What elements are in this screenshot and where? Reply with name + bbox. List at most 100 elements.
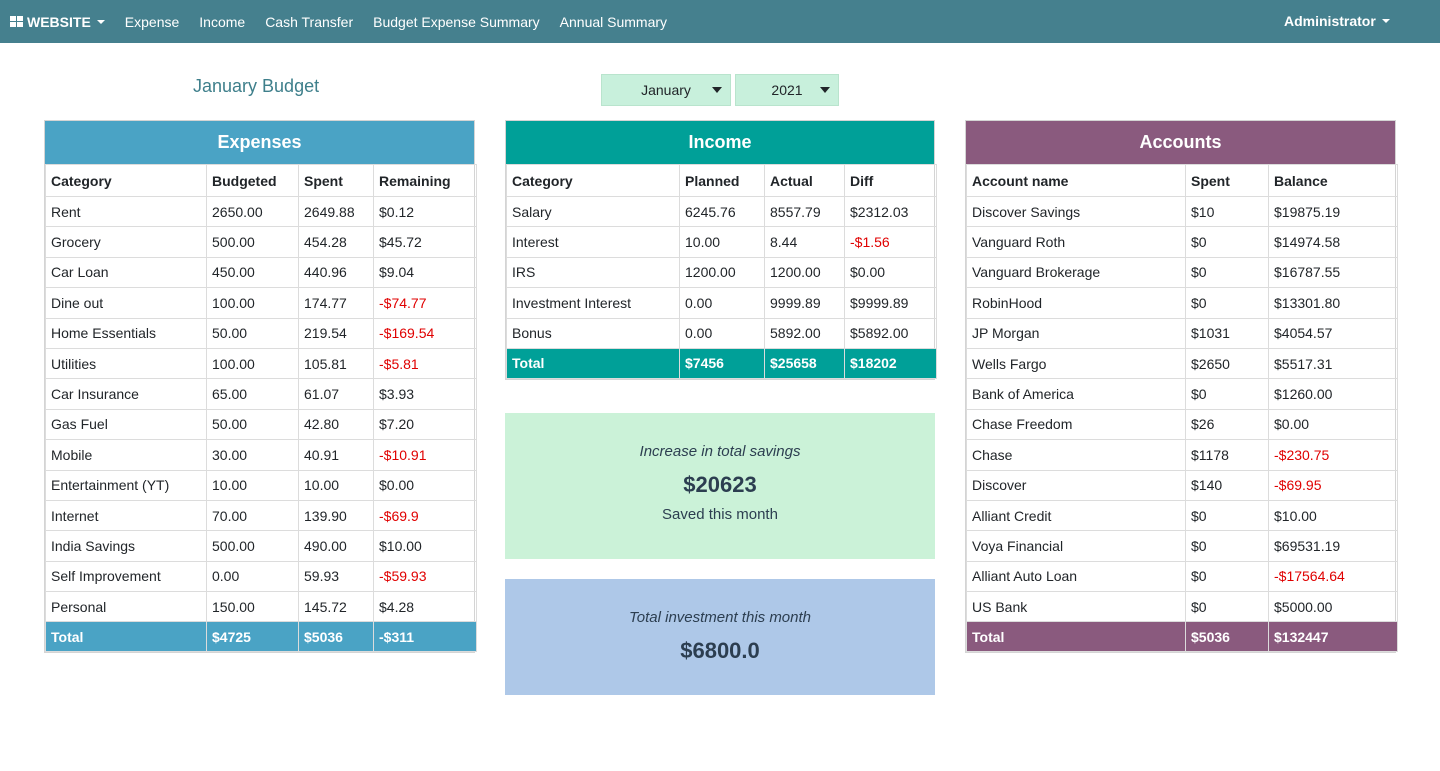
table-row: Wells Fargo $2650 $5517.31 — [966, 347, 1398, 380]
nav-cash-transfer[interactable]: Cash Transfer — [265, 14, 353, 30]
table-cell: 440.96 — [298, 256, 374, 289]
grid-icon — [10, 16, 23, 27]
table-cell: 10.00 — [206, 469, 299, 501]
table-row: Utilities 100.00 105.81 -$5.81 — [45, 347, 477, 380]
table-cell: $19875.19 — [1268, 195, 1398, 228]
table-row: Salary 6245.76 8557.79 $2312.03 — [506, 195, 937, 228]
table-row: Alliant Auto Loan $0 -$17564.64 — [966, 560, 1398, 593]
column-header: Category — [506, 164, 680, 197]
user-name: Administrator — [1284, 13, 1376, 29]
investment-label: Total investment this month — [628, 609, 812, 626]
table-row: Car Loan 450.00 440.96 $9.04 — [45, 256, 477, 289]
table-cell: JP Morgan — [966, 317, 1186, 349]
total-row: Total $7456 $25658 $18202 — [506, 347, 937, 379]
table-cell: 2649.88 — [298, 195, 374, 228]
table-row: Personal 150.00 145.72 $4.28 — [45, 591, 477, 623]
income-body: Salary 6245.76 8557.79 $2312.03 Interest 10.0… — [506, 195, 937, 379]
caret-down-icon — [1381, 19, 1390, 23]
table-cell: Chase Freedom — [966, 408, 1186, 441]
accounts-title: Accounts — [966, 121, 1395, 164]
column-header: Spent — [1185, 164, 1269, 197]
table-cell: $5517.31 — [1268, 347, 1398, 380]
table-row: Bank of America $0 $1260.00 — [966, 378, 1398, 410]
table-cell: $3.93 — [373, 378, 477, 410]
table-cell: 65.00 — [206, 378, 299, 410]
table-row: Discover Savings $10 $19875.19 — [966, 195, 1398, 228]
table-cell: $0 — [1185, 287, 1269, 319]
month-select[interactable]: January — [601, 74, 731, 106]
total-row: Total $4725 $5036 -$311 — [45, 621, 477, 653]
column-header: Planned — [679, 164, 765, 197]
table-cell: 8557.79 — [764, 195, 845, 228]
table-row: Gas Fuel 50.00 42.80 $7.20 — [45, 408, 477, 441]
table-cell: Voya Financial — [966, 530, 1186, 562]
table-row: JP Morgan $1031 $4054.57 — [966, 317, 1398, 349]
total-cell: Total — [506, 347, 680, 379]
table-row: Investment Interest 0.00 9999.89 $9999.89 — [506, 287, 937, 319]
expenses-title: Expenses — [45, 121, 474, 164]
caret-down-icon — [96, 19, 105, 24]
table-row: Voya Financial $0 $69531.19 — [966, 530, 1398, 562]
table-cell: 105.81 — [298, 347, 374, 380]
table-cell: $1031 — [1185, 317, 1269, 349]
table-cell: 174.77 — [298, 287, 374, 319]
table-cell: 100.00 — [206, 287, 299, 319]
total-cell: $18202 — [844, 347, 937, 379]
table-cell: $10.00 — [1268, 499, 1398, 532]
table-row: Entertainment (YT) 10.00 10.00 $0.00 — [45, 469, 477, 501]
total-cell: $5036 — [298, 621, 374, 653]
income-table: Category Planned Actual Diff Salary 6245.… — [506, 164, 937, 379]
navbar: WEBSITE Expense Income Cash Transfer Bud… — [0, 0, 1440, 43]
table-cell: 8.44 — [764, 226, 845, 258]
user-menu[interactable]: Administrator — [1284, 13, 1390, 29]
table-cell: US Bank — [966, 591, 1186, 623]
table-cell: $0 — [1185, 591, 1269, 623]
column-header: Category — [45, 164, 207, 197]
table-cell: Alliant Auto Loan — [966, 560, 1186, 593]
table-cell: 0.00 — [679, 287, 765, 319]
year-select[interactable]: 2021 — [735, 74, 839, 106]
table-cell: Entertainment (YT) — [45, 469, 207, 501]
table-cell: 42.80 — [298, 408, 374, 441]
table-cell: -$69.9 — [373, 499, 477, 532]
table-cell: India Savings — [45, 530, 207, 562]
table-row: Dine out 100.00 174.77 -$74.77 — [45, 287, 477, 319]
table-cell: 1200.00 — [764, 256, 845, 289]
table-cell: 1200.00 — [679, 256, 765, 289]
nav-budget-expense-summary[interactable]: Budget Expense Summary — [373, 14, 540, 30]
nav-expense[interactable]: Expense — [125, 14, 179, 30]
year-value: 2021 — [771, 82, 803, 98]
nav-income[interactable]: Income — [199, 14, 245, 30]
table-cell: 2650.00 — [206, 195, 299, 228]
table-cell: 150.00 — [206, 591, 299, 623]
table-cell: 490.00 — [298, 530, 374, 562]
table-cell: $10 — [1185, 195, 1269, 228]
table-cell: $26 — [1185, 408, 1269, 441]
table-cell: $140 — [1185, 469, 1269, 501]
accounts-table: Account name Spent Balance Discover Savi… — [966, 164, 1398, 653]
table-cell: Alliant Credit — [966, 499, 1186, 532]
table-row: Discover $140 -$69.95 — [966, 469, 1398, 501]
table-cell: 40.91 — [298, 439, 374, 471]
month-value: January — [641, 82, 691, 98]
column-header: Remaining — [373, 164, 477, 197]
table-cell: $0.00 — [1268, 408, 1398, 441]
table-cell: $0.00 — [844, 256, 937, 289]
column-header: Actual — [764, 164, 845, 197]
table-header-row: Category Budgeted Spent Remaining — [45, 164, 477, 197]
table-row: India Savings 500.00 490.00 $10.00 — [45, 530, 477, 562]
expenses-table: Category Budgeted Spent Remaining Rent 26… — [45, 164, 477, 653]
table-cell: 145.72 — [298, 591, 374, 623]
table-cell: $2650 — [1185, 347, 1269, 380]
table-cell: 50.00 — [206, 317, 299, 349]
table-row: Grocery 500.00 454.28 $45.72 — [45, 226, 477, 258]
table-cell: 10.00 — [679, 226, 765, 258]
table-cell: $69531.19 — [1268, 530, 1398, 562]
table-row: Vanguard Roth $0 $14974.58 — [966, 226, 1398, 258]
nav-annual-summary[interactable]: Annual Summary — [560, 14, 667, 30]
total-cell: $7456 — [679, 347, 765, 379]
table-cell: -$74.77 — [373, 287, 477, 319]
table-cell: Car Loan — [45, 256, 207, 289]
income-panel: Income Category Planned Actual Diff Sala… — [505, 120, 937, 380]
brand-menu[interactable]: WEBSITE — [10, 14, 105, 30]
